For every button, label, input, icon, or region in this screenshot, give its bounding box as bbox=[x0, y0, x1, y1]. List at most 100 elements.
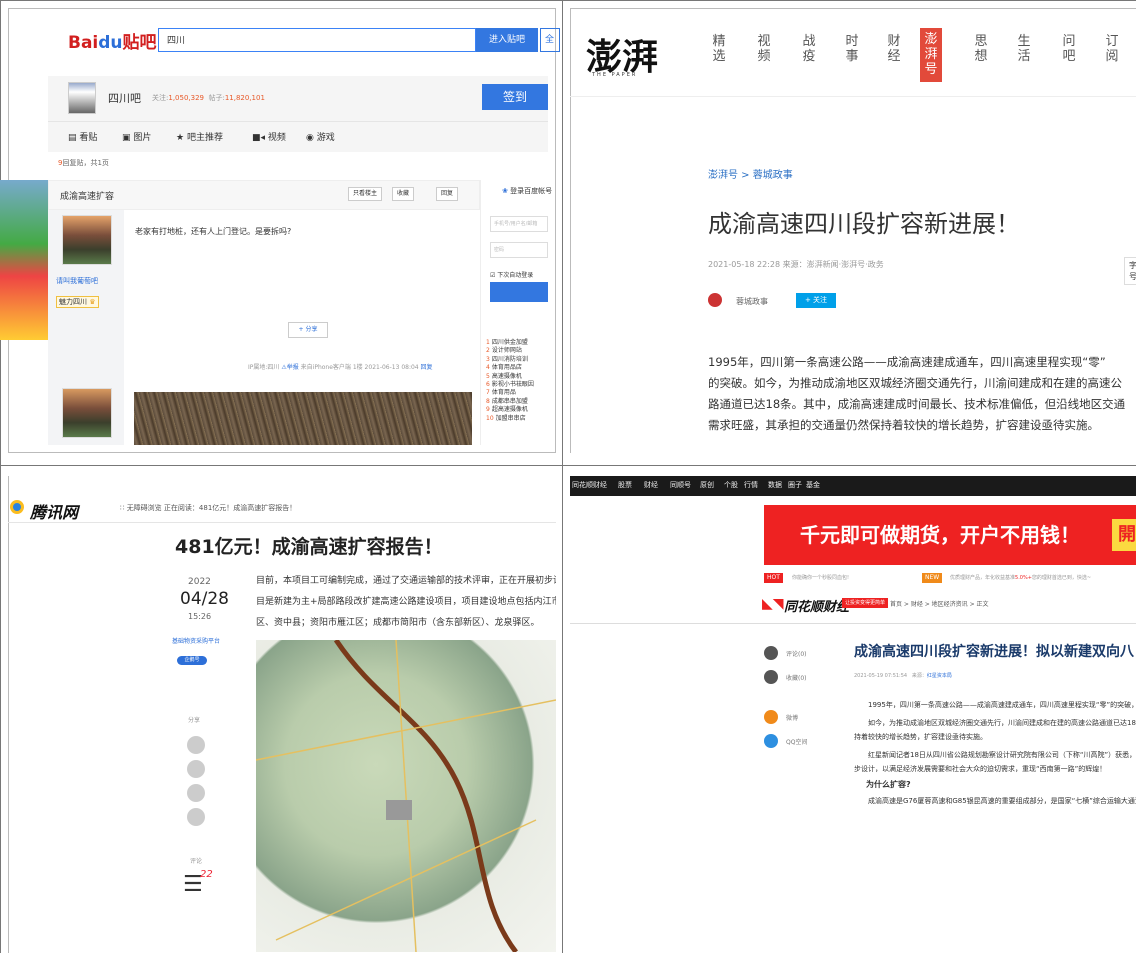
topnav-item[interactable]: 行情 bbox=[744, 480, 758, 490]
only-owner-button[interactable]: 只看楼主 bbox=[348, 187, 383, 201]
weibo-share[interactable]: 微博 bbox=[786, 713, 798, 722]
image-icon: ▣ bbox=[122, 133, 134, 143]
slogan-tag[interactable]: 让投资变得更简单 bbox=[842, 598, 889, 608]
wechat-icon[interactable] bbox=[187, 736, 205, 754]
nav-item[interactable]: 视频 bbox=[755, 34, 773, 64]
article-body: 1995年，四川第一条高速公路——成渝高速建成通车，四川高速里程实现“零”的突破… bbox=[854, 701, 1136, 805]
article-meta: 2021-05-18 22:28 来源：澎湃新闻·澎湃号·政务 bbox=[708, 260, 884, 269]
forum-avatar[interactable] bbox=[68, 82, 96, 114]
forum-stats: 关注:1,050,329 帖子:11,820,101 bbox=[152, 94, 265, 102]
report-link[interactable]: ⚠举报 bbox=[281, 364, 298, 371]
topnav-item[interactable]: 财经 bbox=[644, 480, 658, 490]
topnav-item[interactable]: 同顺号 bbox=[670, 480, 691, 490]
font-size-button[interactable]: 字号 bbox=[1124, 257, 1136, 285]
route-map-image[interactable] bbox=[255, 638, 557, 953]
auto-login-checkbox[interactable]: ☑ 下次自动登录 bbox=[490, 270, 533, 279]
thread-title: 成渝高速扩容 bbox=[60, 192, 115, 202]
tab-video[interactable]: ■◂ 视频 bbox=[252, 130, 286, 143]
map-marker bbox=[386, 800, 412, 820]
comment-count[interactable]: 评论(0) bbox=[786, 649, 807, 658]
breadcrumb[interactable]: 首页 > 财经 > 地区经济资讯 > 正文 bbox=[890, 599, 989, 608]
publish-date: 04/28 bbox=[180, 589, 229, 609]
nav-item[interactable]: 战疫 bbox=[800, 34, 818, 64]
source-link[interactable]: 基础物资采购平台 bbox=[172, 636, 220, 645]
topnav-item[interactable]: 个股 bbox=[724, 480, 738, 490]
weibo-icon[interactable] bbox=[764, 710, 778, 724]
qq-logo[interactable]: 腾讯网 bbox=[30, 499, 78, 523]
search-all-button[interactable]: 全 bbox=[540, 28, 560, 52]
tab-games[interactable]: ◉ 游戏 bbox=[306, 130, 335, 143]
sign-in-button[interactable]: 签到 bbox=[482, 84, 548, 110]
hot-link[interactable]: 你能确你一个秒股同血包! bbox=[792, 574, 849, 581]
weibo-icon[interactable] bbox=[187, 808, 205, 826]
avatar[interactable] bbox=[62, 215, 112, 265]
tab-recommend[interactable]: ★ 吧主推荐 bbox=[176, 130, 223, 143]
tab-images[interactable]: ▣ 图片 bbox=[122, 130, 151, 143]
nav-item[interactable]: 问吧 bbox=[1060, 34, 1078, 64]
hot-list-item[interactable]: 9 超高速摄像机 bbox=[486, 406, 528, 414]
hot-list-item[interactable]: 4 体育用品店 bbox=[486, 364, 522, 372]
hot-list-item[interactable]: 7 体育用品 bbox=[486, 389, 516, 397]
topnav-item[interactable]: 股票 bbox=[618, 480, 632, 490]
tonghuashun-logo[interactable]: 同花顺财经 bbox=[784, 596, 849, 615]
qzone-share[interactable]: QQ空间 bbox=[786, 737, 807, 746]
qzone-icon[interactable] bbox=[764, 734, 778, 748]
hot-list-item[interactable]: 10 加盟串串店 bbox=[486, 415, 526, 423]
nav-item[interactable]: 时事 bbox=[843, 34, 861, 64]
collect-button[interactable]: 收藏 bbox=[392, 187, 415, 201]
ad-open-button[interactable]: 開 bbox=[1112, 519, 1136, 551]
reply-button[interactable]: 回复 bbox=[436, 187, 459, 201]
nav-item[interactable]: 订阅 bbox=[1103, 34, 1121, 64]
password-input[interactable]: 密码 bbox=[490, 242, 548, 258]
tieba-logo[interactable]: Baidu贴吧 bbox=[68, 28, 157, 53]
nav-item[interactable]: 思想 bbox=[972, 34, 990, 64]
enter-forum-button[interactable]: 进入贴吧 bbox=[476, 28, 538, 52]
topnav-item[interactable]: 同花顺财经 bbox=[572, 480, 607, 490]
expressway-route bbox=[333, 638, 518, 953]
gamepad-icon: ◉ bbox=[306, 133, 317, 143]
collect-icon[interactable] bbox=[764, 670, 778, 684]
author-name[interactable]: 请叫我葡萄吧 bbox=[56, 276, 98, 286]
hot-list-item[interactable]: 5 高速摄像机 bbox=[486, 373, 522, 381]
nav-item[interactable]: 精选 bbox=[710, 34, 728, 64]
hot-list-item[interactable]: 6 影视小书祛眼因 bbox=[486, 381, 534, 389]
ad-text: 千元即可做期货，开户不用钱！ bbox=[800, 523, 1080, 547]
hot-list-item[interactable]: 8 成都串串加盟 bbox=[486, 398, 528, 406]
qzone-icon[interactable] bbox=[187, 784, 205, 802]
post-image[interactable] bbox=[134, 392, 472, 445]
collect-count[interactable]: 收藏(0) bbox=[786, 673, 807, 682]
top-border bbox=[0, 0, 1136, 1]
qq-share-icon[interactable] bbox=[187, 760, 205, 778]
tab-posts[interactable]: ▤ 看贴 bbox=[68, 130, 97, 143]
avatar[interactable] bbox=[62, 388, 112, 438]
topnav-item[interactable]: 数据 bbox=[768, 480, 782, 490]
comment-icon[interactable] bbox=[764, 646, 778, 660]
left-ad-strip[interactable] bbox=[0, 180, 48, 340]
forum-name[interactable]: 四川吧 bbox=[108, 90, 141, 106]
breadcrumb[interactable]: 澎湃号 > 蓉城政事 bbox=[708, 166, 793, 181]
nav-item[interactable]: 生活 bbox=[1015, 34, 1033, 64]
topnav-item[interactable]: 基金 bbox=[806, 480, 820, 490]
follow-button[interactable]: + 关注 bbox=[796, 293, 836, 308]
login-button[interactable] bbox=[490, 282, 548, 302]
source-link[interactable]: 红星资本局 bbox=[927, 673, 952, 679]
article-meta: 2021-05-19 07:51:54 来源：红星资本局 bbox=[854, 673, 952, 679]
topnav-item[interactable]: 圈子 bbox=[788, 480, 802, 490]
hot-list-item[interactable]: 1 四川供金加盟 bbox=[486, 339, 528, 347]
new-tag: NEW bbox=[922, 573, 943, 583]
topnav-item[interactable]: 原创 bbox=[700, 480, 714, 490]
doc-icon: ▤ bbox=[68, 133, 80, 143]
hot-list-item[interactable]: 2 设计师网站 bbox=[486, 347, 522, 355]
reading-bar: ∷ 无障碍浏览 正在阅读：481亿元！成渝高速扩容报告！ bbox=[120, 504, 297, 512]
nav-item[interactable]: 澎湃号 bbox=[920, 28, 942, 82]
tieba-search-input[interactable]: 四川 bbox=[158, 28, 476, 52]
nav-item[interactable]: 财经 bbox=[885, 34, 903, 64]
username-input[interactable]: 手机号/用户名/邮箱 bbox=[490, 216, 548, 232]
share-button[interactable]: + 分享 bbox=[288, 322, 328, 338]
author-name[interactable]: 蓉城政事 bbox=[736, 296, 768, 307]
new-link[interactable]: 优质理财产品，年化收益基准5.0%+您的理财首选已到，快选~ bbox=[950, 574, 1091, 581]
author-avatar[interactable] bbox=[708, 293, 722, 307]
hot-list-item[interactable]: 3 四川消防培训 bbox=[486, 356, 528, 364]
share-label: 分享 bbox=[188, 717, 201, 724]
reply-link[interactable]: 回复 bbox=[421, 364, 433, 371]
